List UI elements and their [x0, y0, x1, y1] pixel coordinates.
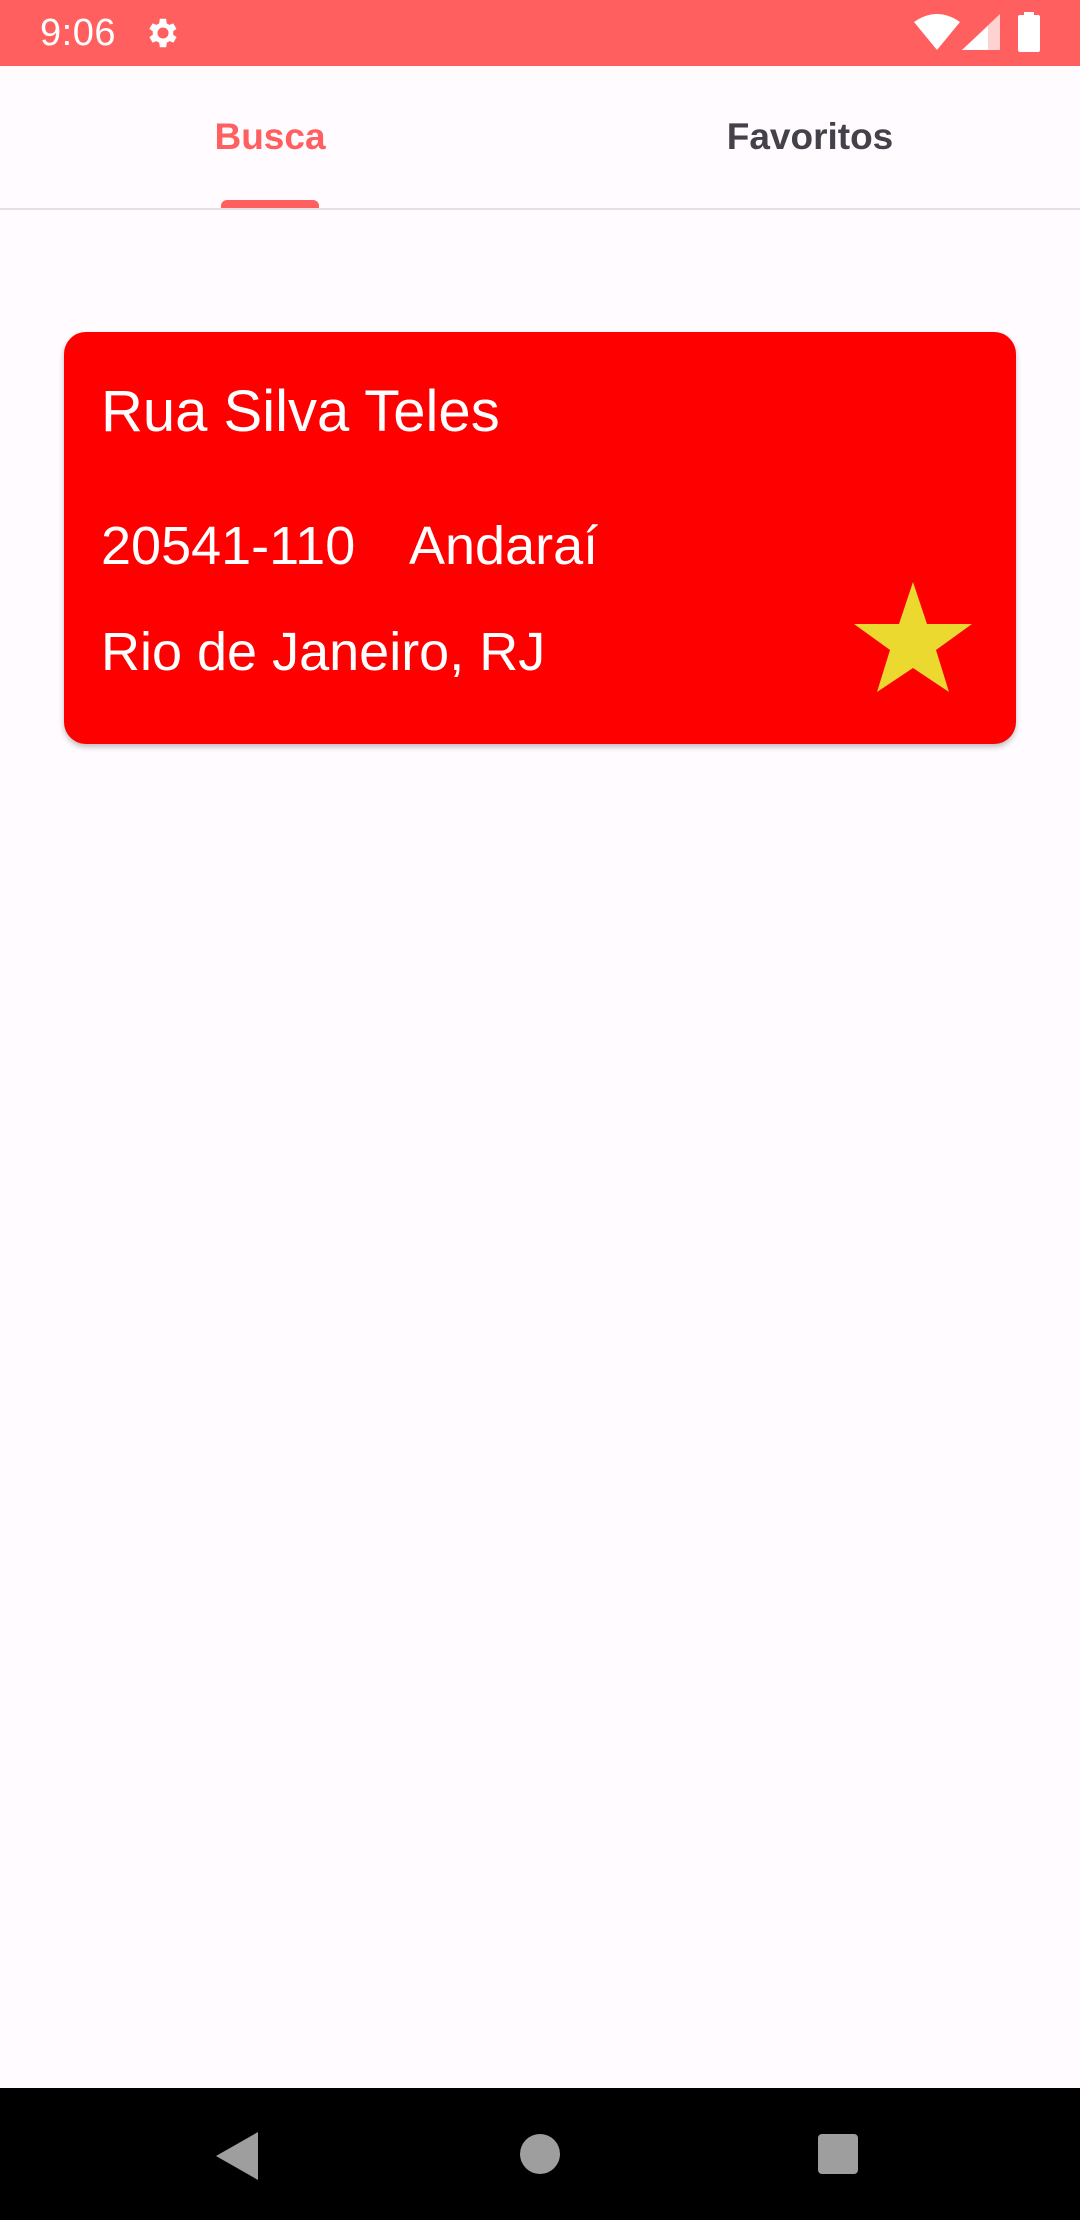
- settings-icon: [149, 18, 177, 48]
- star-icon[interactable]: [854, 582, 972, 694]
- street-label: Rua Silva Teles: [101, 379, 500, 444]
- back-icon[interactable]: [216, 2132, 258, 2180]
- status-time: 9:06: [40, 12, 116, 54]
- status-bar: 9:06: [0, 0, 1080, 66]
- home-icon[interactable]: [520, 2134, 560, 2174]
- signal-icon: [962, 14, 1000, 50]
- tab-bar: Busca Favoritos: [0, 66, 1080, 210]
- tab-busca[interactable]: Busca: [0, 66, 540, 208]
- address-card[interactable]: Rua Silva Teles 20541-110 Andaraí Rio de…: [64, 332, 1016, 744]
- recents-icon[interactable]: [818, 2134, 858, 2174]
- bairro-label: Andaraí: [409, 516, 599, 576]
- navigation-bar: [0, 2088, 1080, 2220]
- tab-favoritos[interactable]: Favoritos: [540, 66, 1080, 208]
- active-tab-indicator: [221, 200, 319, 208]
- cep-label: 20541-110: [101, 516, 356, 576]
- city-state-label: Rio de Janeiro, RJ: [101, 622, 546, 682]
- battery-icon: [1018, 12, 1040, 52]
- wifi-icon: [914, 14, 960, 50]
